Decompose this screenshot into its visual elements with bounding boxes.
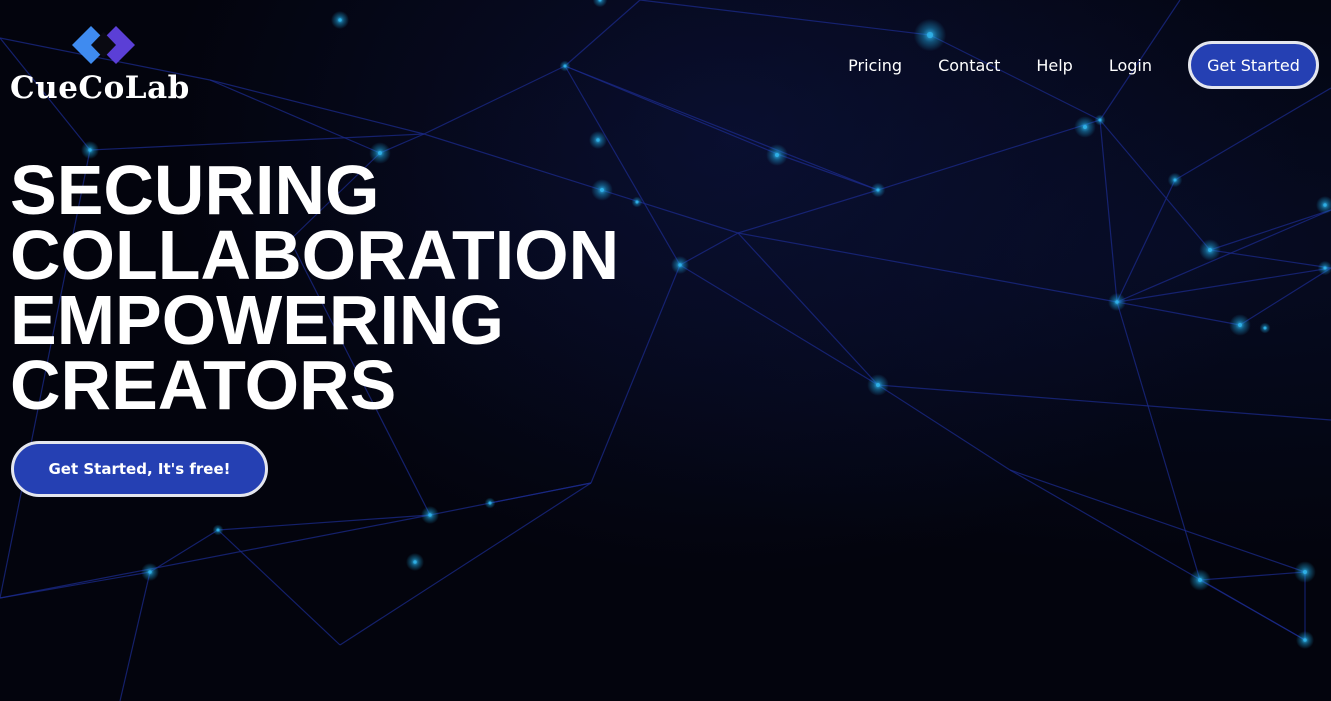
network-line <box>339 482 592 646</box>
network-node <box>1082 124 1088 130</box>
network-node <box>1323 203 1327 207</box>
top-nav: Pricing Contact Help Login Get Started <box>848 41 1319 89</box>
network-line <box>149 529 219 573</box>
network-node <box>148 570 152 574</box>
network-line <box>877 384 1331 421</box>
network-line <box>639 0 931 36</box>
network-node <box>1303 638 1307 642</box>
network-line <box>1116 179 1176 303</box>
network-line <box>0 571 151 599</box>
nav-link-pricing[interactable]: Pricing <box>848 56 902 75</box>
network-node <box>413 560 417 564</box>
network-node <box>774 152 780 158</box>
hero-headline: SECURING COLLABORATION EMPOWERING CREATO… <box>10 151 620 424</box>
network-node <box>1098 118 1102 122</box>
network-node <box>1173 178 1177 182</box>
network-line <box>1239 267 1331 326</box>
nav-link-contact[interactable]: Contact <box>938 56 1000 75</box>
network-line <box>564 0 641 67</box>
network-node <box>926 31 934 39</box>
network-line <box>1009 469 1306 641</box>
network-line <box>737 232 1118 303</box>
logo[interactable]: CueCoLab <box>10 24 210 110</box>
network-line <box>1009 469 1306 573</box>
network-line <box>1099 119 1118 303</box>
network-node <box>678 263 682 267</box>
network-line <box>737 189 879 234</box>
network-node <box>875 382 881 388</box>
network-node <box>1323 266 1327 270</box>
network-line <box>119 571 151 701</box>
network-node <box>1302 569 1308 575</box>
nav-link-login[interactable]: Login <box>1109 56 1152 75</box>
network-node <box>428 513 432 517</box>
network-node <box>338 18 342 22</box>
headline-line-3: EMPOWERING <box>10 281 504 359</box>
hero-section: CueCoLab Pricing Contact Help Login Get … <box>0 0 1331 701</box>
network-node <box>1207 247 1213 253</box>
network-line <box>1199 571 1306 581</box>
headline-line-1: SECURING <box>10 151 380 229</box>
network-node <box>563 64 567 68</box>
get-started-button[interactable]: Get Started <box>1188 41 1319 89</box>
network-node <box>596 138 600 142</box>
network-node <box>1197 577 1203 583</box>
brand-name: CueCoLab <box>10 70 190 106</box>
network-node <box>1115 300 1119 304</box>
network-node <box>1237 322 1243 328</box>
get-started-free-button[interactable]: Get Started, It's free! <box>11 441 268 497</box>
network-line <box>217 514 431 531</box>
network-node <box>1263 326 1267 330</box>
network-line <box>1209 249 1331 269</box>
headline-line-4: CREATORS <box>10 346 397 424</box>
network-line <box>1116 267 1331 303</box>
network-line <box>1116 301 1241 326</box>
network-line <box>779 154 879 191</box>
nav-link-help[interactable]: Help <box>1036 56 1072 75</box>
network-line <box>423 65 566 135</box>
network-line <box>877 384 1011 471</box>
network-line <box>737 232 879 386</box>
network-line <box>1099 119 1211 251</box>
network-line <box>877 119 1101 191</box>
network-line <box>1209 209 1331 251</box>
network-line <box>1174 87 1331 181</box>
headline-line-2: COLLABORATION <box>10 216 620 294</box>
network-node <box>635 200 639 204</box>
network-line <box>217 529 341 646</box>
network-node <box>216 528 220 532</box>
diamond-logo-icon <box>72 26 135 64</box>
network-node <box>488 501 492 505</box>
network-line <box>679 264 879 386</box>
network-line <box>679 232 739 266</box>
network-node <box>876 188 880 192</box>
